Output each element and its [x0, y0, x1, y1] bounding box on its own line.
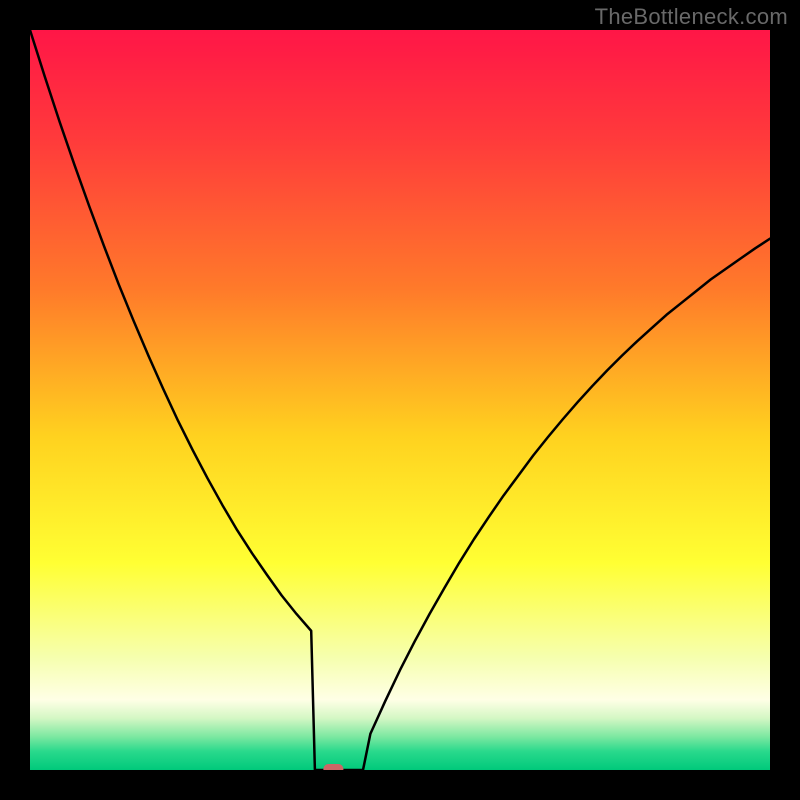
- watermark-text: TheBottleneck.com: [595, 4, 788, 30]
- chart-frame: TheBottleneck.com: [0, 0, 800, 800]
- plot-area: [30, 30, 770, 770]
- optimal-point-marker: [323, 764, 343, 770]
- gradient-background: [30, 30, 770, 770]
- bottleneck-chart: [30, 30, 770, 770]
